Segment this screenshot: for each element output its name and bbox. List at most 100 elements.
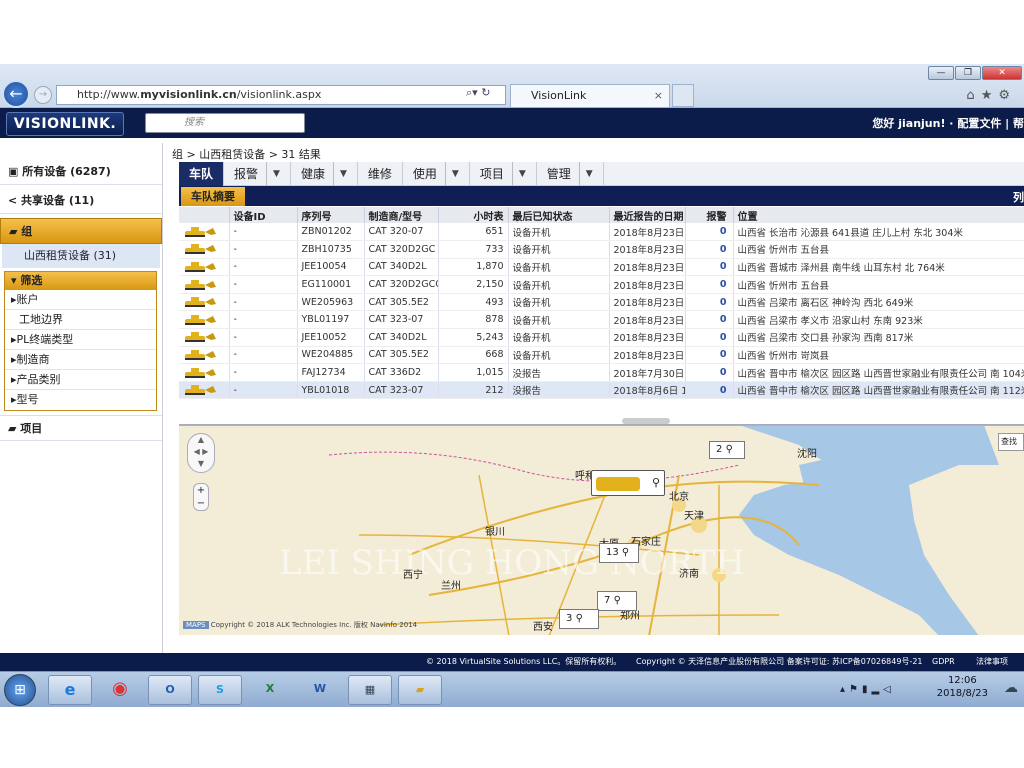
excavator-icon[interactable] (179, 293, 230, 312)
close-tab-icon[interactable]: × (654, 85, 663, 107)
tab-admin[interactable]: 管理 ▼ (537, 162, 604, 186)
minimize-button[interactable]: — (928, 66, 954, 80)
map-view[interactable]: ▲◀ ▶▼ +− 查找 LEI SHING HONG NORTH 沈阳 呼和浩特… (179, 424, 1024, 635)
taskbar-ie[interactable]: e (48, 675, 92, 705)
columns-button[interactable]: 列 (1013, 189, 1024, 205)
taskbar-explorer[interactable]: ▰ (398, 675, 442, 705)
start-button[interactable]: ⊞ (4, 674, 36, 706)
subtab-fleet-summary[interactable]: 车队摘要 (181, 187, 245, 206)
tab-projects[interactable]: 项目 ▼ (470, 162, 537, 186)
table-row[interactable]: -EG110001CAT 320D2GCOE2,150设备开机2018年8月23… (179, 275, 1024, 294)
sidebar-project[interactable]: ▰ 项目 (0, 415, 162, 441)
splitter-handle[interactable] (622, 418, 670, 424)
filter-item-model[interactable]: ▸型号 (5, 390, 156, 410)
table-row[interactable]: -JEE10054CAT 340D2L1,870设备开机2018年8月23日 1… (179, 258, 1024, 277)
map-cluster-marker[interactable]: 13 ⚲ (599, 543, 639, 563)
taskbar-word[interactable]: W (298, 675, 342, 705)
cell-alerts[interactable]: 0 (685, 381, 734, 400)
filter-item-product-category[interactable]: ▸产品类别 (5, 370, 156, 390)
browser-tab[interactable]: VisionLink × (510, 84, 670, 107)
col-hours[interactable]: 小时表 (438, 207, 509, 223)
filter-header[interactable]: ▾ 筛选 (5, 272, 156, 290)
map-machine-marker[interactable]: ⚲ (591, 470, 665, 496)
pan-control[interactable]: ▲ ◀ ▶ ▼ (187, 433, 215, 473)
table-row[interactable]: -ZBH10735CAT 320D2GC733设备开机2018年8月23日 11… (179, 240, 1024, 259)
tab-maintenance[interactable]: 维修 (358, 162, 403, 186)
tab-utilization[interactable]: 使用 ▼ (403, 162, 470, 186)
table-row[interactable]: -YBL01018CAT 323-07212没报告2018年8月6日 16:0山… (179, 381, 1024, 400)
filter-item-manufacturer[interactable]: ▸制造商 (5, 350, 156, 370)
chevron-down-icon[interactable]: ▼ (511, 162, 526, 186)
excavator-icon[interactable] (179, 240, 230, 259)
cell-alerts[interactable]: 0 (685, 258, 734, 277)
cell-alerts[interactable]: 0 (685, 328, 734, 347)
taskbar-remote-desktop[interactable]: ▦ (348, 675, 392, 705)
cell-alerts[interactable]: 0 (685, 293, 734, 312)
taskbar-outlook[interactable]: O (148, 675, 192, 705)
home-icon[interactable]: ⌂ (966, 88, 980, 103)
excavator-icon[interactable] (179, 381, 230, 400)
chevron-down-icon[interactable]: ▼ (332, 162, 347, 186)
excavator-icon[interactable] (179, 223, 230, 242)
visionlink-logo[interactable]: VISIONLINK. (6, 112, 124, 136)
table-row[interactable]: -YBL01197CAT 323-07878设备开机2018年8月23日 090… (179, 310, 1024, 330)
filter-item-site-boundary[interactable]: 工地边界 (5, 310, 156, 330)
excavator-icon[interactable] (179, 310, 230, 330)
zoom-in-icon[interactable]: + (197, 485, 205, 496)
taskbar-excel[interactable]: X (248, 675, 292, 705)
cell-alerts[interactable]: 0 (685, 240, 734, 259)
col-icon[interactable] (179, 207, 230, 223)
sidebar-group-item[interactable]: 山西租赁设备 (31) (2, 244, 160, 268)
refresh-icon[interactable]: ↻ (481, 86, 490, 99)
filter-item-account[interactable]: ▸账户 (5, 290, 156, 310)
excavator-icon[interactable] (179, 328, 230, 347)
tab-fleet[interactable]: 车队 (179, 162, 225, 186)
chevron-down-icon[interactable]: ▼ (266, 162, 280, 186)
excavator-icon[interactable] (179, 275, 230, 294)
cell-alerts[interactable]: 0 (685, 346, 734, 365)
col-alerts[interactable]: 报警 (685, 207, 734, 223)
tray-icons[interactable]: ▴⚑▮▂◁ (840, 684, 895, 695)
address-actions[interactable]: ⌕▾ ↻ (466, 86, 490, 100)
excavator-icon[interactable] (179, 258, 230, 277)
maximize-button[interactable]: ❐ (955, 66, 981, 80)
excavator-icon[interactable] (179, 346, 230, 365)
taskbar-chrome[interactable]: ◉ (98, 675, 142, 705)
cell-alerts[interactable]: 0 (685, 363, 734, 382)
col-make-model[interactable]: 制造商/型号 (364, 207, 439, 223)
star-icon[interactable]: ★ (981, 88, 999, 103)
table-row[interactable]: -WE204885CAT 305.5E2668设备开机2018年8月23日 11… (179, 346, 1024, 365)
cell-alerts[interactable]: 0 (685, 275, 734, 294)
tab-alerts[interactable]: 报警 ▼ (224, 162, 291, 186)
clock[interactable]: 12:06 2018/8/23 (937, 674, 988, 700)
taskbar-skype[interactable]: S (198, 675, 242, 705)
tab-health[interactable]: 健康 ▼ (291, 162, 358, 186)
zoom-control[interactable]: + − (193, 483, 209, 511)
map-cluster-marker[interactable]: 3 ⚲ (559, 609, 599, 629)
zoom-out-icon[interactable]: − (197, 498, 205, 509)
col-serial[interactable]: 序列号 (297, 207, 365, 223)
col-location[interactable]: 位置 (733, 207, 1024, 223)
sidebar-all-devices[interactable]: ▣ 所有设备 (6287) (0, 159, 162, 185)
breadcrumb[interactable]: 组 > 山西租赁设备 > 31 结果 (172, 146, 321, 162)
sidebar-shared-devices[interactable]: < 共享设备 (11) (0, 188, 162, 214)
browser-toolbar-icons[interactable]: ⌂★⚙ (966, 88, 1016, 103)
footer-legal-link[interactable]: 法律事项 (976, 653, 1008, 671)
chevron-down-icon[interactable]: ▼ (444, 162, 459, 186)
cloud-icon[interactable]: ☁ (1004, 680, 1018, 696)
forward-button[interactable]: → (34, 86, 52, 104)
gear-icon[interactable]: ⚙ (998, 88, 1016, 103)
address-bar[interactable]: http://www.myvisionlink.cn/visionlink.as… (56, 85, 506, 105)
close-window-button[interactable]: ✕ (982, 66, 1022, 80)
back-button[interactable]: ← (2, 80, 30, 108)
table-row[interactable]: -FAJ12734CAT 336D21,015没报告2018年7月30日 100… (179, 363, 1024, 382)
col-last-report[interactable]: 最近报告的日期 (609, 207, 686, 223)
chevron-down-icon[interactable]: ▼ (578, 162, 593, 186)
table-row[interactable]: -WE205963CAT 305.5E2493设备开机2018年8月23日 11… (179, 293, 1024, 312)
excavator-icon[interactable] (179, 363, 230, 382)
map-cluster-marker[interactable]: 2 ⚲ (709, 441, 745, 459)
sidebar-group[interactable]: ▰ 组 (0, 218, 162, 244)
cell-alerts[interactable]: 0 (685, 223, 734, 242)
map-cluster-marker[interactable]: 7 ⚲ (597, 591, 637, 611)
table-row[interactable]: -ZBN01202CAT 320-07651设备开机2018年8月23日 090… (179, 223, 1024, 242)
